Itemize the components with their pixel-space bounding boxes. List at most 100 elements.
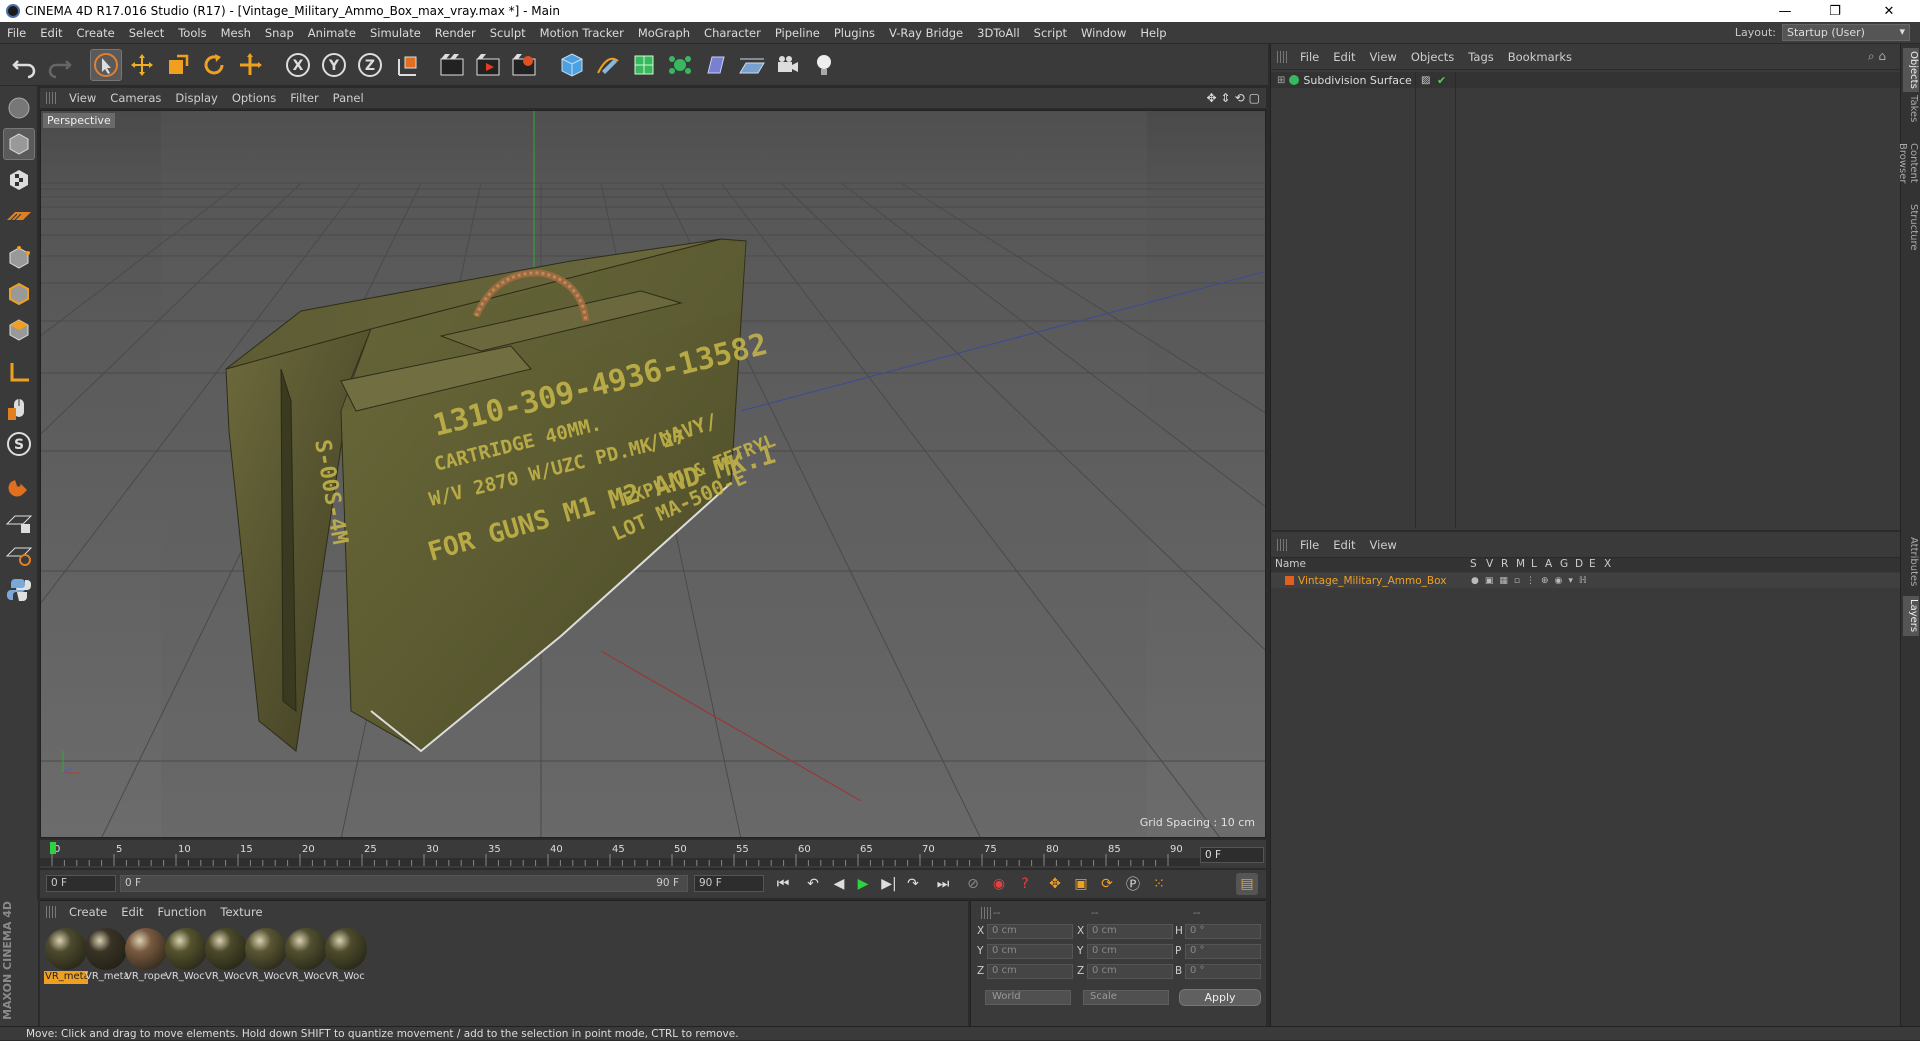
- layer-toggle-icons[interactable]: ●▣▦▫⋮⊕◉▾ℍ: [1471, 576, 1593, 586]
- record-disabled-icon[interactable]: ⊘: [962, 873, 984, 895]
- menu-script[interactable]: Script: [1027, 26, 1074, 40]
- floor-icon[interactable]: [736, 49, 768, 81]
- menu-render[interactable]: Render: [428, 26, 483, 40]
- subdivision-icon[interactable]: [628, 49, 660, 81]
- material-swatch[interactable]: VR_meta: [84, 927, 128, 985]
- coord-size-z-field[interactable]: 0 cm: [1087, 964, 1173, 979]
- material-swatch[interactable]: VR_Woc: [284, 927, 328, 985]
- material-preview-ball[interactable]: [325, 928, 367, 970]
- pen-icon[interactable]: [592, 49, 624, 81]
- move-icon[interactable]: [126, 49, 158, 81]
- next-frame-icon[interactable]: ▶|: [878, 873, 900, 895]
- current-frame-field[interactable]: 0 F: [1200, 847, 1264, 863]
- viewport-menu-view[interactable]: View: [62, 91, 103, 105]
- go-to-start-icon[interactable]: ⏮: [772, 873, 794, 895]
- object-visibility-icon[interactable]: ▨: [1421, 75, 1430, 86]
- menu-mesh[interactable]: Mesh: [214, 26, 258, 40]
- make-editable-icon[interactable]: [3, 92, 35, 124]
- workplane-icon[interactable]: [3, 200, 35, 232]
- object-name[interactable]: Subdivision Surface: [1303, 74, 1411, 87]
- object-menu-file[interactable]: File: [1293, 50, 1326, 64]
- undo-icon[interactable]: [8, 49, 40, 81]
- light-icon[interactable]: [808, 49, 840, 81]
- viewport-camera-label[interactable]: Perspective: [43, 113, 115, 128]
- object-menu-objects[interactable]: Objects: [1404, 50, 1461, 64]
- z-axis-icon[interactable]: Z: [354, 49, 386, 81]
- axis-mode-icon[interactable]: [3, 356, 35, 388]
- magnet-icon[interactable]: [3, 470, 35, 502]
- key-position-icon[interactable]: ✥: [1044, 873, 1066, 895]
- coord-rot-b-field[interactable]: 0 °: [1185, 964, 1261, 979]
- key-parameter-icon[interactable]: Ⓟ: [1122, 873, 1144, 895]
- menu-select[interactable]: Select: [122, 26, 171, 40]
- layer-col-d[interactable]: D: [1575, 558, 1583, 570]
- object-menu-bookmarks[interactable]: Bookmarks: [1501, 50, 1579, 64]
- material-swatch[interactable]: VR_meta: [44, 927, 88, 985]
- layout-dropdown[interactable]: Startup (User): [1782, 24, 1910, 41]
- go-to-end-icon[interactable]: ⏭: [932, 873, 954, 895]
- edges-mode-icon[interactable]: [3, 278, 35, 310]
- panel-grip[interactable]: [981, 907, 991, 919]
- array-icon[interactable]: [664, 49, 696, 81]
- coord-rot-h-field[interactable]: 0 °: [1185, 924, 1261, 939]
- pan-icon[interactable]: ✥: [1206, 91, 1216, 105]
- record-keys-icon[interactable]: ◉: [988, 873, 1010, 895]
- key-scale-icon[interactable]: ▣: [1070, 873, 1092, 895]
- material-label[interactable]: VR_meta: [44, 971, 88, 984]
- texture-mode-icon[interactable]: [3, 164, 35, 196]
- panel-grip[interactable]: [1277, 538, 1287, 551]
- key-pla-icon[interactable]: ⁙: [1148, 873, 1170, 895]
- layer-col-e[interactable]: E: [1589, 558, 1596, 570]
- coord-pos-x-field[interactable]: 0 cm: [987, 924, 1073, 939]
- layer-name[interactable]: Vintage_Military_Ammo_Box: [1298, 575, 1446, 587]
- restore-button[interactable]: ❐: [1812, 0, 1858, 22]
- menu-pipeline[interactable]: Pipeline: [768, 26, 827, 40]
- end-frame-field[interactable]: 90 F: [694, 875, 764, 892]
- material-swatch[interactable]: VR_rope: [124, 927, 168, 985]
- layer-menu-file[interactable]: File: [1293, 538, 1326, 552]
- menu-sculpt[interactable]: Sculpt: [483, 26, 533, 40]
- layer-menu-edit[interactable]: Edit: [1326, 538, 1362, 552]
- material-label[interactable]: VR_meta: [84, 971, 128, 984]
- coord-pos-z-field[interactable]: 0 cm: [987, 964, 1073, 979]
- layer-row[interactable]: Vintage_Military_Ammo_Box ●▣▦▫⋮⊕◉▾ℍ: [1271, 573, 1901, 588]
- object-menu-edit[interactable]: Edit: [1326, 50, 1362, 64]
- material-preview-ball[interactable]: [45, 928, 87, 970]
- material-menu-create[interactable]: Create: [62, 905, 114, 919]
- material-label[interactable]: VR_Woc: [244, 971, 288, 984]
- layer-col-m[interactable]: M: [1516, 558, 1525, 570]
- panel-grip[interactable]: [1277, 50, 1287, 63]
- next-key-icon[interactable]: ↷: [902, 873, 924, 895]
- camera-icon[interactable]: [772, 49, 804, 81]
- coord-space-dropdown[interactable]: World: [985, 990, 1071, 1005]
- material-swatch[interactable]: VR_Woc: [244, 927, 288, 985]
- tweak-icon[interactable]: [3, 392, 35, 424]
- perspective-viewport[interactable]: 1310-309-4936-13582 CARTRIDGE 40MM. W/V …: [40, 110, 1266, 838]
- coord-size-x-field[interactable]: 0 cm: [1087, 924, 1173, 939]
- rotate-icon[interactable]: [198, 49, 230, 81]
- menu-motion-tracker[interactable]: Motion Tracker: [533, 26, 631, 40]
- orbit-icon[interactable]: ⟲: [1235, 91, 1245, 105]
- render-view-icon[interactable]: [436, 49, 468, 81]
- preview-range-slider[interactable]: 0 F 90 F: [120, 875, 688, 892]
- viewport-menu-cameras[interactable]: Cameras: [103, 91, 168, 105]
- menu-mograph[interactable]: MoGraph: [631, 26, 697, 40]
- material-preview-ball[interactable]: [245, 928, 287, 970]
- viewport-menu-options[interactable]: Options: [225, 91, 283, 105]
- material-label[interactable]: VR_Woc: [164, 971, 208, 984]
- key-rotation-icon[interactable]: ⟳: [1096, 873, 1118, 895]
- previous-frame-icon[interactable]: ◀: [828, 873, 850, 895]
- material-preview-ball[interactable]: [205, 928, 247, 970]
- menu-snap[interactable]: Snap: [258, 26, 301, 40]
- deformer-icon[interactable]: [700, 49, 732, 81]
- panel-grip[interactable]: [46, 92, 56, 104]
- coord-size-y-field[interactable]: 0 cm: [1087, 944, 1173, 959]
- tab-layers[interactable]: Layers: [1903, 596, 1919, 636]
- minimize-button[interactable]: —: [1762, 0, 1808, 22]
- playhead[interactable]: [50, 842, 56, 854]
- object-menu-tags[interactable]: Tags: [1461, 50, 1500, 64]
- layer-col-s[interactable]: S: [1470, 558, 1477, 570]
- redo-icon[interactable]: [44, 49, 76, 81]
- close-button[interactable]: ✕: [1866, 0, 1912, 22]
- material-menu-function[interactable]: Function: [151, 905, 214, 919]
